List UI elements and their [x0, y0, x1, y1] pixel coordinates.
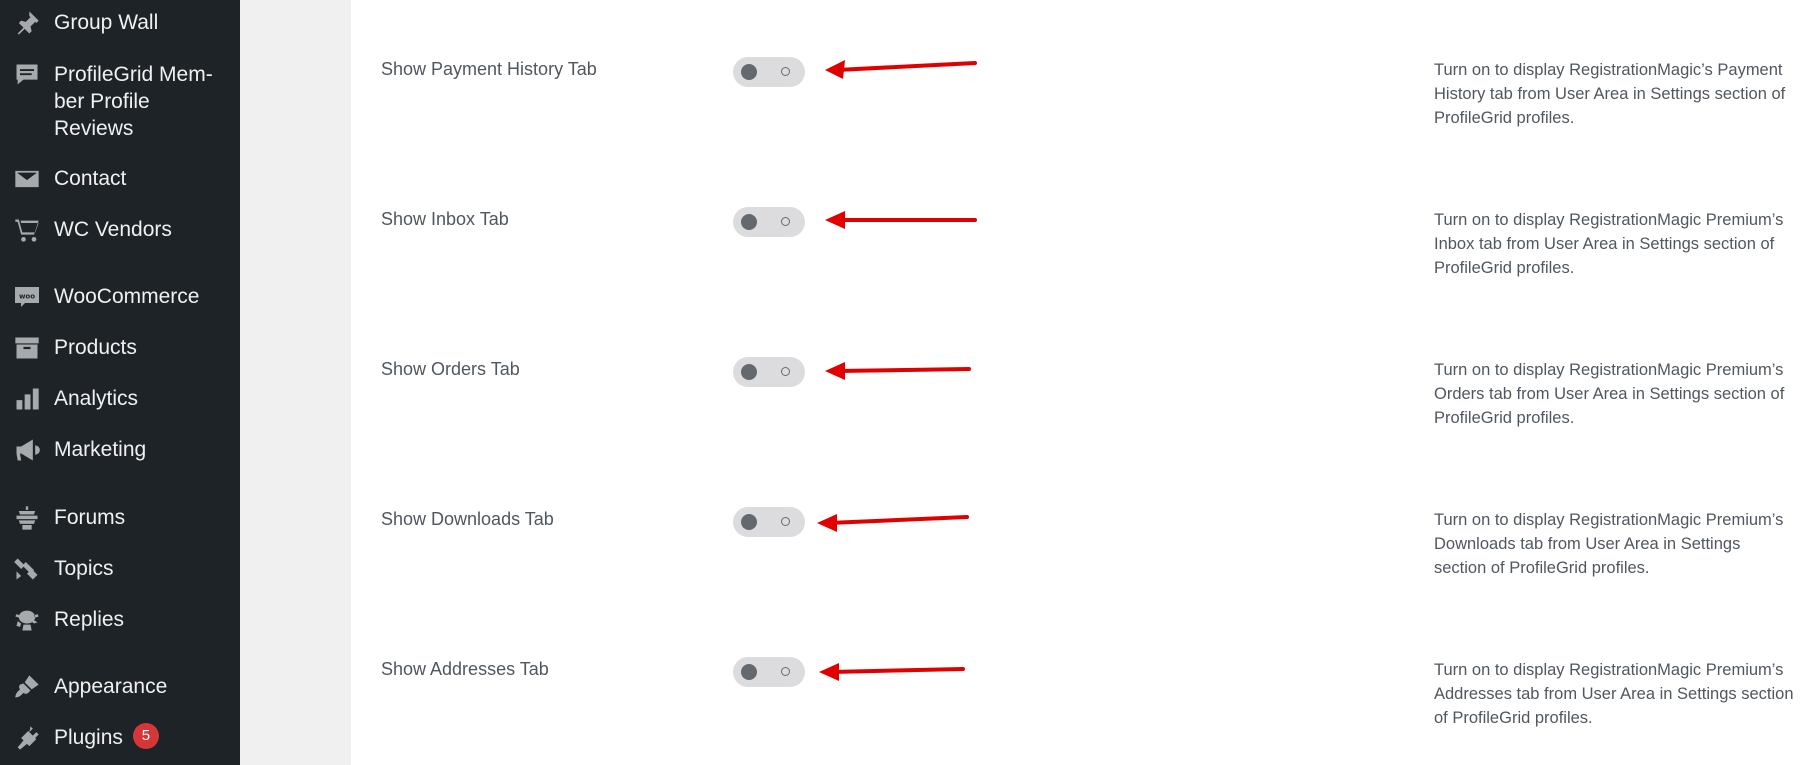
update-count-badge: 5 — [132, 723, 159, 750]
sidebar-item-profilegrid-reviews[interactable]: ProfileGrid Mem- ber Profile Reviews — [0, 60, 240, 142]
toggle-knob — [741, 664, 757, 680]
sidebar-item-label: Replies — [54, 608, 125, 631]
setting-label: Show Addresses Tab — [381, 659, 549, 679]
woo-icon: woo — [12, 282, 42, 312]
comment-icon — [12, 60, 42, 90]
setting-description: Turn on to display RegistrationMagic’s P… — [1434, 61, 1786, 127]
replies-icon — [12, 605, 42, 635]
downloads-toggle[interactable] — [733, 507, 805, 537]
sidebar-item-forums[interactable]: Forums — [0, 503, 240, 533]
sidebar-item-topics[interactable]: Topics — [0, 554, 240, 584]
addresses-toggle[interactable] — [733, 657, 805, 687]
setting-row-payment-history: Show Payment History Tab Turn on to disp… — [351, 13, 1803, 143]
sidebar-item-analytics[interactable]: Analytics — [0, 384, 240, 414]
sidebar-item-label: WC Vendors — [54, 218, 172, 241]
sidebar-item-label: Products — [54, 336, 137, 359]
setting-row-inbox: Show Inbox Tab Turn on to display Regist… — [351, 163, 1803, 293]
megaphone-icon — [12, 435, 42, 465]
annotation-arrow — [825, 211, 977, 229]
sidebar-item-products[interactable]: Products — [0, 333, 240, 363]
envelope-icon — [12, 164, 42, 194]
toggle-off-indicator — [781, 667, 790, 676]
setting-description: Turn on to display RegistrationMagic Pre… — [1434, 361, 1785, 427]
setting-label: Show Downloads Tab — [381, 509, 554, 529]
toggle-knob — [741, 364, 757, 380]
sidebar-item-woocommerce[interactable]: woo WooCommerce — [0, 282, 240, 312]
sidebar-item-appearance[interactable]: Appearance — [0, 672, 240, 702]
orders-toggle[interactable] — [733, 357, 805, 387]
plug-icon — [12, 723, 42, 753]
sidebar-item-label: Forums — [54, 506, 126, 529]
bar-chart-icon — [12, 384, 42, 414]
annotation-arrow — [825, 362, 971, 380]
sidebar-item-plugins[interactable]: Plugins 5 — [0, 723, 240, 753]
toggle-off-indicator — [781, 67, 790, 76]
sidebar-item-label: WooCommerce — [54, 285, 200, 308]
pin-icon — [12, 8, 42, 38]
setting-label: Show Orders Tab — [381, 359, 520, 379]
toggle-knob — [741, 64, 757, 80]
setting-description: Turn on to display RegistrationMagic Pre… — [1434, 661, 1794, 727]
svg-text:woo: woo — [19, 293, 35, 301]
setting-description: Turn on to display RegistrationMagic Pre… — [1434, 511, 1784, 577]
annotation-arrow — [819, 663, 965, 681]
sidebar-item-label: Appearance — [54, 675, 168, 698]
payment-history-toggle[interactable] — [733, 57, 805, 87]
forums-icon — [12, 503, 42, 533]
sidebar-item-label: Plugins 5 — [54, 723, 229, 751]
sidebar-item-replies[interactable]: Replies — [0, 605, 240, 635]
toggle-knob — [741, 514, 757, 530]
admin-sidebar: Group Wall ProfileGrid Mem- ber Profile … — [0, 0, 240, 765]
settings-panel: Show Payment History Tab Turn on to disp… — [351, 0, 1803, 765]
annotation-arrow — [817, 514, 969, 532]
annotation-arrow — [825, 60, 977, 79]
setting-row-orders: Show Orders Tab Turn on to display Regis… — [351, 313, 1803, 443]
sidebar-item-label: Topics — [54, 557, 114, 580]
sidebar-item-label: Group Wall — [54, 11, 159, 34]
sidebar-item-label: Marketing — [54, 438, 147, 461]
toggle-off-indicator — [781, 217, 790, 226]
toggle-knob — [741, 214, 757, 230]
setting-row-addresses: Show Addresses Tab Turn on to display Re… — [351, 613, 1803, 743]
sidebar-item-label: Analytics — [54, 387, 139, 410]
archive-icon — [12, 333, 42, 363]
cart-icon — [12, 215, 42, 245]
sidebar-item-contact[interactable]: Contact — [0, 164, 240, 194]
sidebar-item-group-wall[interactable]: Group Wall — [0, 8, 240, 38]
setting-row-downloads: Show Downloads Tab Turn on to display Re… — [351, 463, 1803, 593]
plugins-label: Plugins — [54, 726, 123, 749]
inbox-toggle[interactable] — [733, 207, 805, 237]
sidebar-item-label: ProfileGrid Mem- ber Profile Reviews — [54, 63, 213, 140]
setting-description: Turn on to display RegistrationMagic Pre… — [1434, 211, 1784, 277]
setting-label: Show Payment History Tab — [381, 59, 597, 79]
setting-label: Show Inbox Tab — [381, 209, 509, 229]
topics-icon — [12, 554, 42, 584]
toggle-off-indicator — [781, 367, 790, 376]
sidebar-item-label: Contact — [54, 167, 127, 190]
paintbrush-icon — [12, 672, 42, 702]
sidebar-item-marketing[interactable]: Marketing — [0, 435, 240, 465]
sidebar-item-wc-vendors[interactable]: WC Vendors — [0, 215, 240, 245]
toggle-off-indicator — [781, 517, 790, 526]
